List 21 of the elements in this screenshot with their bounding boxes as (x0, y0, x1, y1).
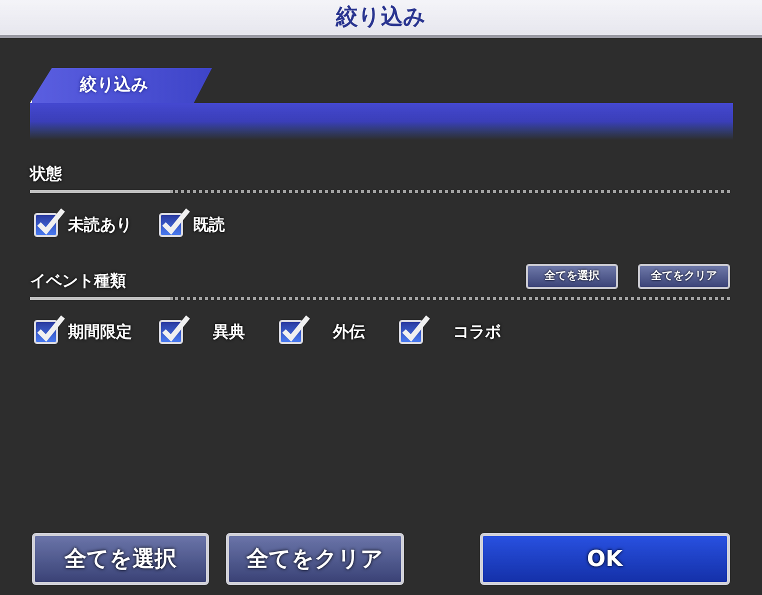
checkbox[interactable] (34, 314, 66, 344)
checkbox-label: 既読 (193, 214, 225, 236)
checkbox[interactable] (159, 314, 191, 344)
ok-button[interactable]: OK (480, 533, 730, 585)
checkbox[interactable] (34, 207, 66, 237)
checkbox-label: 外伝 (332, 321, 365, 343)
footer-button[interactable]: 全てをクリア (226, 533, 404, 585)
checkbox-label: 期間限定 (68, 321, 132, 343)
tab[interactable]: 絞り込み (30, 68, 212, 103)
checkbox[interactable] (279, 314, 311, 344)
checkbox[interactable] (399, 314, 431, 344)
window-title: 絞り込み (336, 4, 426, 32)
checkbox[interactable] (159, 207, 191, 237)
small-button[interactable]: 全てを選択 (526, 264, 618, 289)
footer-button[interactable]: 全てを選択 (32, 533, 210, 585)
checkbox-label: コラボ (452, 321, 501, 343)
section-heading: 状態 (30, 163, 62, 185)
small-button[interactable]: 全てをクリア (638, 264, 730, 289)
section-heading: イベント種類 (30, 270, 126, 292)
checkbox-label: 異典 (212, 321, 245, 343)
checkbox-label: 未読あり (68, 214, 132, 236)
